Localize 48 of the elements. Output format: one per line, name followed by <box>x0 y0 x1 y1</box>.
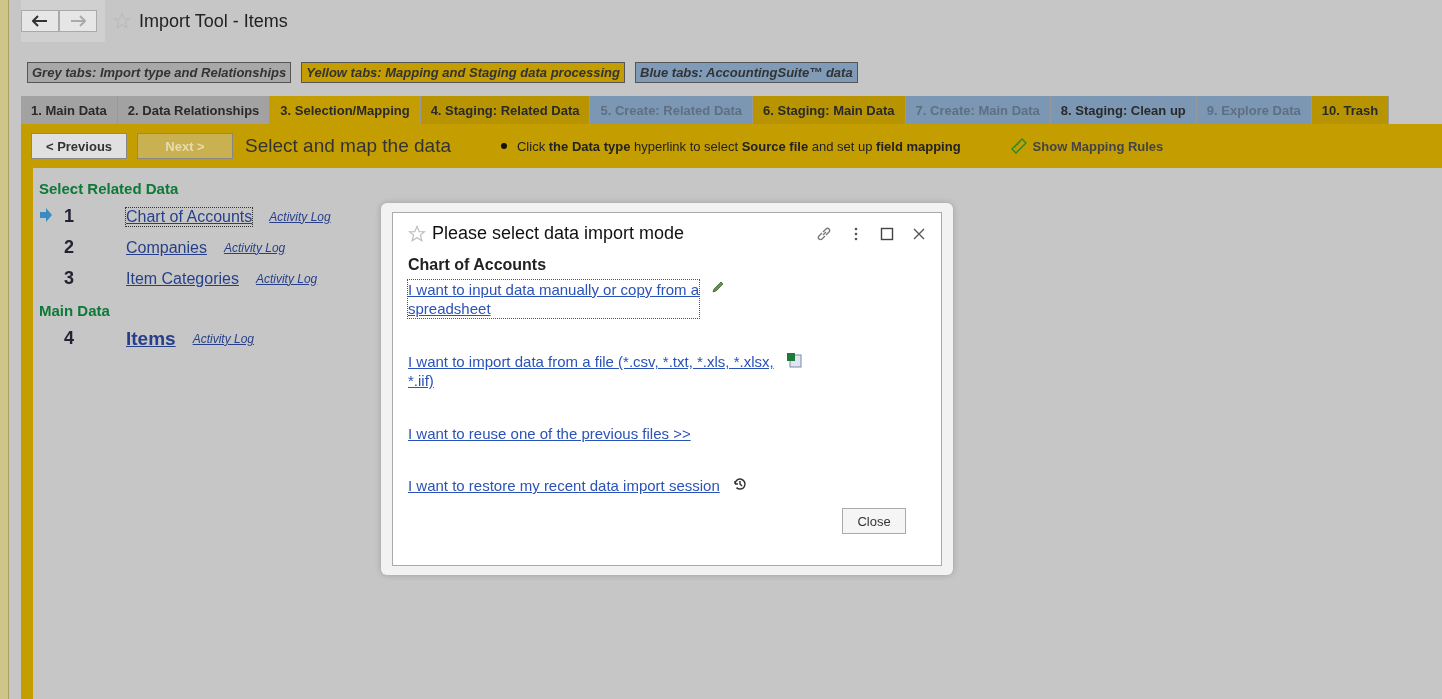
legend-label: Blue tabs: AccountingSuite™ data <box>635 62 858 83</box>
tab[interactable]: 8. Staging: Clean up <box>1050 96 1197 124</box>
import-mode-link[interactable]: I want to restore my recent data import session <box>408 476 720 495</box>
tab[interactable]: 1. Main Data <box>21 96 118 124</box>
data-type-link[interactable]: Item Categories <box>126 269 239 288</box>
show-mapping-rules-link[interactable]: Show Mapping Rules <box>1010 138 1164 154</box>
left-arrow-icon <box>32 15 48 27</box>
tab[interactable]: 2. Data Relationships <box>117 96 271 124</box>
import-mode-link[interactable]: I want to reuse one of the previous files >> <box>408 424 691 443</box>
import-mode-link[interactable]: I want to import data from a file (*.csv, *.txt, *.xls, *.xlsx, *.iif) <box>408 352 774 390</box>
activity-log-link[interactable]: Activity Log <box>269 209 331 224</box>
pencil-icon <box>711 280 725 294</box>
hint-text: Click the Data type hyperlink to select Source file and set up field mapping <box>517 138 961 154</box>
row-number: 3 <box>63 268 75 289</box>
tab[interactable]: 4. Staging: Related Data <box>420 96 591 124</box>
tab[interactable]: 6. Staging: Main Data <box>753 96 906 124</box>
row-number: 4 <box>63 328 75 349</box>
activity-log-link[interactable]: Activity Log <box>255 271 318 286</box>
window-title: Import Tool - Items <box>139 10 288 32</box>
bullet-icon <box>501 143 507 149</box>
data-type-link[interactable]: Companies <box>126 238 207 257</box>
row-number: 2 <box>63 237 75 258</box>
back-button[interactable] <box>21 10 59 32</box>
tab[interactable]: 3. Selection/Mapping <box>270 96 421 124</box>
section-title: Main Data <box>39 302 110 319</box>
dialog-title: Please select data import mode <box>432 223 686 244</box>
legend-label: Yellow tabs: Mapping and Staging data processing <box>301 62 625 83</box>
data-type-link[interactable]: Chart of Accounts <box>126 207 253 226</box>
row-number: 1 <box>63 206 75 227</box>
link-icon[interactable] <box>816 225 832 242</box>
previous-button[interactable]: < Previous <box>31 133 127 159</box>
legend-label: Grey tabs: Import type and Relationships <box>27 62 292 83</box>
activity-log-link[interactable]: Activity Log <box>192 331 254 346</box>
spreadsheet-icon <box>785 352 802 368</box>
activity-log-link[interactable]: Activity Log <box>223 240 286 255</box>
section-title: Select Related Data <box>39 180 179 197</box>
close-icon[interactable] <box>912 226 926 241</box>
step-heading: Select and map the data <box>245 135 451 157</box>
close-button[interactable]: Close <box>842 508 906 534</box>
star-icon[interactable] <box>408 224 426 243</box>
right-arrow-icon <box>70 15 86 27</box>
tab[interactable]: 10. Trash <box>1311 96 1390 124</box>
data-type-link[interactable]: Items <box>126 327 176 350</box>
ruler-icon <box>1010 138 1027 154</box>
dialog-subtitle: Chart of Accounts <box>408 256 548 274</box>
history-icon <box>731 476 748 492</box>
maximize-icon[interactable] <box>880 226 894 241</box>
import-mode-link[interactable]: I want to input data manually or copy from a spreadsheet <box>408 280 699 318</box>
